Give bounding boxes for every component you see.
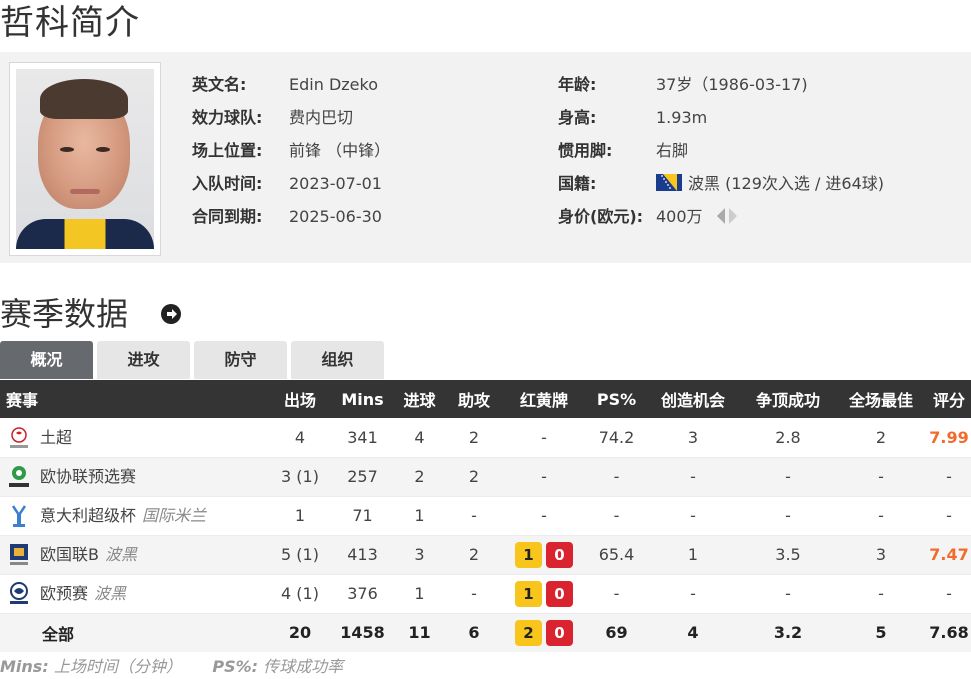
- value-trend-arrows-icon[interactable]: [715, 206, 739, 226]
- yellow-card-count: 1: [515, 580, 542, 607]
- value-height: 1.93m: [656, 108, 708, 127]
- label-join-date: 入队时间:: [192, 174, 263, 193]
- tab-passing[interactable]: 组织: [291, 341, 384, 379]
- bosnia-flag-icon: [656, 174, 682, 191]
- profile-panel: 英文名: Edin Dzeko 效力球队: 费内巴切 场上位置: 前锋 （中锋）…: [0, 52, 971, 263]
- rating-value: 7.47: [927, 535, 971, 575]
- conference-league-icon: [9, 466, 29, 487]
- col-pass-pct[interactable]: PS%: [588, 380, 645, 418]
- table-row[interactable]: 欧国联B 波黑 5 (1) 413 3 2 10 65.4 1 3.5 3 7.4…: [0, 535, 971, 575]
- supercoppa-icon: [11, 505, 27, 527]
- value-position: 前锋 （中锋）: [289, 141, 391, 160]
- red-card-count: 0: [546, 580, 573, 607]
- tab-attack[interactable]: 进攻: [97, 341, 190, 379]
- value-market-value: 400万: [656, 205, 739, 229]
- value-foot: 右脚: [656, 141, 689, 160]
- label-foot: 惯用脚:: [558, 141, 613, 160]
- red-card-count: 0: [546, 541, 573, 568]
- label-market-value: 身价(欧元):: [558, 207, 644, 226]
- team-subtitle[interactable]: 波黑: [94, 584, 126, 603]
- label-english-name: 英文名:: [192, 75, 247, 94]
- value-club[interactable]: 费内巴切: [289, 106, 353, 130]
- col-chances[interactable]: 创造机会: [645, 380, 741, 418]
- team-subtitle[interactable]: 国际米兰: [142, 506, 206, 525]
- label-age: 年龄:: [558, 75, 597, 94]
- cards-cell: 20: [500, 613, 588, 652]
- table-row[interactable]: 欧预赛 波黑 4 (1) 376 1 - 10 - - - - -: [0, 574, 971, 614]
- euro-qualifiers-icon: [10, 582, 28, 604]
- player-photo: [9, 62, 161, 256]
- yellow-card-count: 2: [515, 619, 542, 646]
- competition-cell[interactable]: 欧国联B 波黑: [0, 535, 266, 575]
- arrow-right-circle-icon[interactable]: [160, 303, 182, 325]
- total-label: 全部: [0, 613, 266, 652]
- table-row-total: 全部 20 1458 11 6 20 69 4 3.2 5 7.68: [0, 613, 971, 652]
- tab-overview[interactable]: 概况: [0, 341, 93, 379]
- table-footnote: Mins: 上场时间（分钟） PS%: 传球成功率: [0, 657, 344, 676]
- rating-value: 7.99: [927, 418, 971, 458]
- value-nationality[interactable]: 波黑 (129次入选 / 进64球): [656, 172, 884, 196]
- competition-cell[interactable]: 欧预赛 波黑: [0, 574, 266, 614]
- col-competition[interactable]: 赛事: [0, 380, 266, 418]
- nations-league-icon: [10, 544, 28, 565]
- nationality-text: 波黑 (129次入选 / 进64球): [688, 174, 885, 193]
- tab-defense[interactable]: 防守: [194, 341, 287, 379]
- competition-cell[interactable]: 意大利超级杯 国际米兰: [0, 496, 266, 536]
- yellow-card-count: 1: [515, 541, 542, 568]
- label-nationality: 国籍:: [558, 174, 597, 193]
- cards-cell: 10: [500, 535, 588, 575]
- competition-cell[interactable]: 欧协联预选赛: [0, 457, 266, 497]
- competition-cell[interactable]: 土超: [0, 418, 266, 458]
- table-header: 赛事 出场 Mins 进球 助攻 红黄牌 PS% 创造机会 争顶成功 全场最佳 …: [0, 380, 971, 418]
- table-row[interactable]: 欧协联预选赛 3 (1) 257 2 2 - - - - - -: [0, 457, 971, 497]
- label-height: 身高:: [558, 108, 597, 127]
- label-position: 场上位置:: [192, 141, 263, 160]
- col-assists[interactable]: 助攻: [448, 380, 500, 418]
- value-age: 37岁（1986-03-17): [656, 75, 808, 94]
- table-row[interactable]: 土超 4 341 4 2 - 74.2 3 2.8 2 7.99: [0, 418, 971, 458]
- player-portrait: [16, 69, 154, 249]
- value-english-name: Edin Dzeko: [289, 75, 378, 94]
- market-value-text: 400万: [656, 207, 703, 226]
- col-rating[interactable]: 评分: [927, 380, 971, 418]
- team-subtitle[interactable]: 波黑: [105, 545, 137, 564]
- red-card-count: 0: [546, 619, 573, 646]
- col-mins[interactable]: Mins: [334, 380, 391, 418]
- col-apps[interactable]: 出场: [266, 380, 334, 418]
- rating-value: 7.68: [927, 613, 971, 652]
- label-contract-end: 合同到期:: [192, 207, 263, 226]
- label-club: 效力球队:: [192, 108, 263, 127]
- cards-cell: 10: [500, 574, 588, 614]
- super-lig-icon: [10, 427, 28, 448]
- col-cards[interactable]: 红黄牌: [500, 380, 588, 418]
- value-join-date: 2023-07-01: [289, 174, 382, 193]
- value-contract-end: 2025-06-30: [289, 207, 382, 226]
- season-stats-table: 赛事 出场 Mins 进球 助攻 红黄牌 PS% 创造机会 争顶成功 全场最佳 …: [0, 380, 971, 652]
- col-aerials[interactable]: 争顶成功: [741, 380, 835, 418]
- table-row[interactable]: 意大利超级杯 国际米兰 1 71 1 - - - - - - -: [0, 496, 971, 536]
- col-motm[interactable]: 全场最佳: [835, 380, 927, 418]
- col-goals[interactable]: 进球: [391, 380, 448, 418]
- page-title: 哲科简介: [0, 3, 140, 43]
- season-stats-title: 赛季数据: [0, 295, 129, 333]
